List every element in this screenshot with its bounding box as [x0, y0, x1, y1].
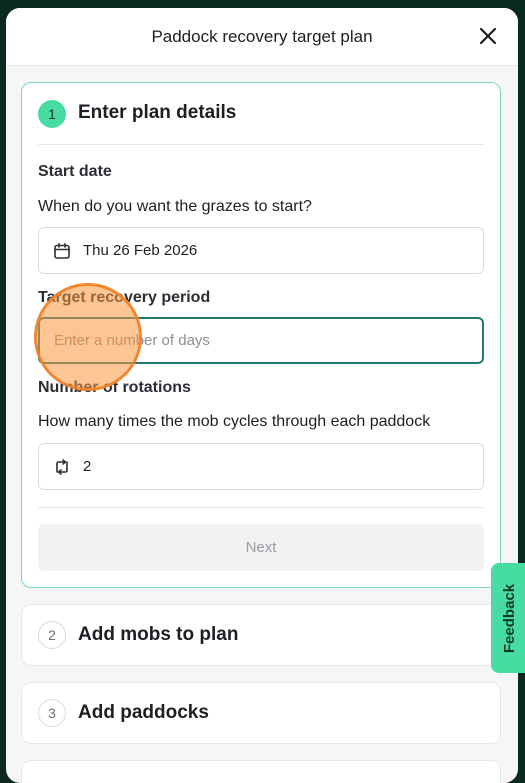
step-card-add-paddocks[interactable]: 3 Add paddocks: [21, 682, 501, 744]
recovery-period-label: Target recovery period: [38, 289, 211, 306]
start-date-value: Thu 26 Feb 2026: [83, 242, 198, 259]
step-number-badge: 3: [38, 699, 66, 727]
close-button[interactable]: [476, 24, 500, 48]
recovery-plan-modal: Paddock recovery target plan 1 Enter pla…: [6, 8, 518, 783]
step-title: Enter plan details: [78, 102, 237, 123]
recovery-period-input[interactable]: [54, 332, 482, 349]
calendar-icon: [54, 242, 70, 259]
recovery-period-field[interactable]: [38, 317, 484, 364]
step-card-plan-details: 1 Enter plan details Start date When do …: [21, 82, 501, 588]
feedback-tab[interactable]: Feedback: [491, 563, 525, 673]
modal-header: Paddock recovery target plan: [6, 8, 518, 66]
repeat-icon: [56, 458, 68, 475]
start-date-help: When do you want the grazes to start?: [38, 198, 312, 215]
rotations-help: How many times the mob cycles through ea…: [38, 413, 431, 430]
start-date-label: Start date: [38, 163, 112, 180]
modal-title: Paddock recovery target plan: [151, 27, 373, 46]
step-title: Add mobs to plan: [78, 624, 239, 645]
next-button[interactable]: Next: [38, 524, 484, 571]
step-number-badge: 2: [38, 621, 66, 649]
close-icon: [479, 27, 497, 45]
rotations-field[interactable]: 2: [38, 443, 484, 490]
rotations-value: 2: [83, 458, 92, 475]
feedback-label: Feedback: [501, 583, 519, 653]
step-title: Add paddocks: [78, 702, 209, 723]
rotations-label: Number of rotations: [38, 379, 191, 396]
divider: [38, 144, 484, 145]
step-number-badge: 1: [38, 100, 66, 128]
step-card-next[interactable]: [21, 760, 501, 783]
divider: [38, 507, 484, 508]
step-card-add-mobs[interactable]: 2 Add mobs to plan: [21, 604, 501, 666]
start-date-field[interactable]: Thu 26 Feb 2026: [38, 227, 484, 274]
